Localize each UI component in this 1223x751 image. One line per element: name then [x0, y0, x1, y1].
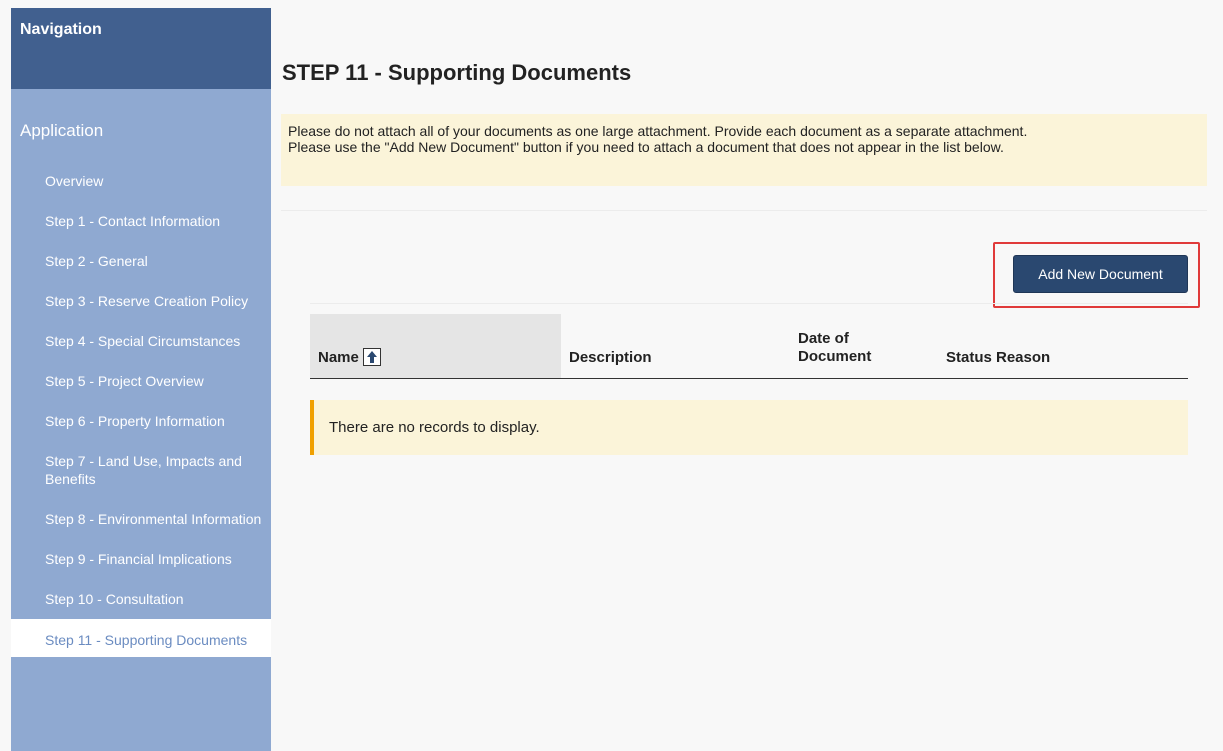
sidebar-item-step-8[interactable]: Step 8 - Environmental Information: [11, 499, 271, 539]
column-label-date-line-2: Document: [798, 348, 872, 365]
notice-line-1: Please do not attach all of your documen…: [288, 123, 1028, 139]
empty-records-message: There are no records to display.: [310, 400, 1188, 455]
sidebar-item-step-4[interactable]: Step 4 - Special Circumstances: [11, 321, 271, 361]
arrow-up-icon[interactable]: [362, 348, 381, 366]
sidebar-item-step-2[interactable]: Step 2 - General: [11, 241, 271, 281]
column-label-date-line-1: Date of: [798, 330, 849, 347]
nav-list: Overview Step 1 - Contact Information St…: [11, 161, 271, 657]
column-header-status-reason[interactable]: Status Reason: [938, 314, 1178, 378]
navigation-header: Navigation: [11, 8, 271, 89]
table-header: Name Description Date of Document Status…: [310, 314, 1188, 379]
sidebar-item-step-9[interactable]: Step 9 - Financial Implications: [11, 539, 271, 579]
column-header-description[interactable]: Description: [561, 314, 786, 378]
column-header-name[interactable]: Name: [310, 314, 561, 378]
sidebar-item-step-6[interactable]: Step 6 - Property Information: [11, 401, 271, 441]
nav-section-application[interactable]: Application: [11, 89, 271, 161]
sidebar-item-step-1[interactable]: Step 1 - Contact Information: [11, 201, 271, 241]
notice-line-2: Please use the "Add New Document" button…: [288, 139, 1004, 155]
add-new-document-button[interactable]: Add New Document: [1013, 255, 1188, 293]
page-title: STEP 11 - Supporting Documents: [282, 60, 632, 85]
sidebar-item-step-11[interactable]: Step 11 - Supporting Documents: [11, 619, 271, 657]
sidebar-item-overview[interactable]: Overview: [11, 161, 271, 201]
sidebar-item-step-10[interactable]: Step 10 - Consultation: [11, 579, 271, 619]
sidebar-item-step-3[interactable]: Step 3 - Reserve Creation Policy: [11, 281, 271, 321]
divider: [310, 303, 1188, 304]
sidebar-item-step-7[interactable]: Step 7 - Land Use, Impacts and Benefits: [11, 441, 271, 499]
sidebar: Navigation Application Overview Step 1 -…: [11, 8, 271, 751]
notice-banner: Please do not attach all of your documen…: [281, 114, 1207, 186]
divider: [281, 210, 1207, 211]
column-label-name: Name: [318, 349, 359, 366]
column-header-date-of-document[interactable]: Date of Document: [790, 314, 932, 378]
sidebar-item-step-5[interactable]: Step 5 - Project Overview: [11, 361, 271, 401]
